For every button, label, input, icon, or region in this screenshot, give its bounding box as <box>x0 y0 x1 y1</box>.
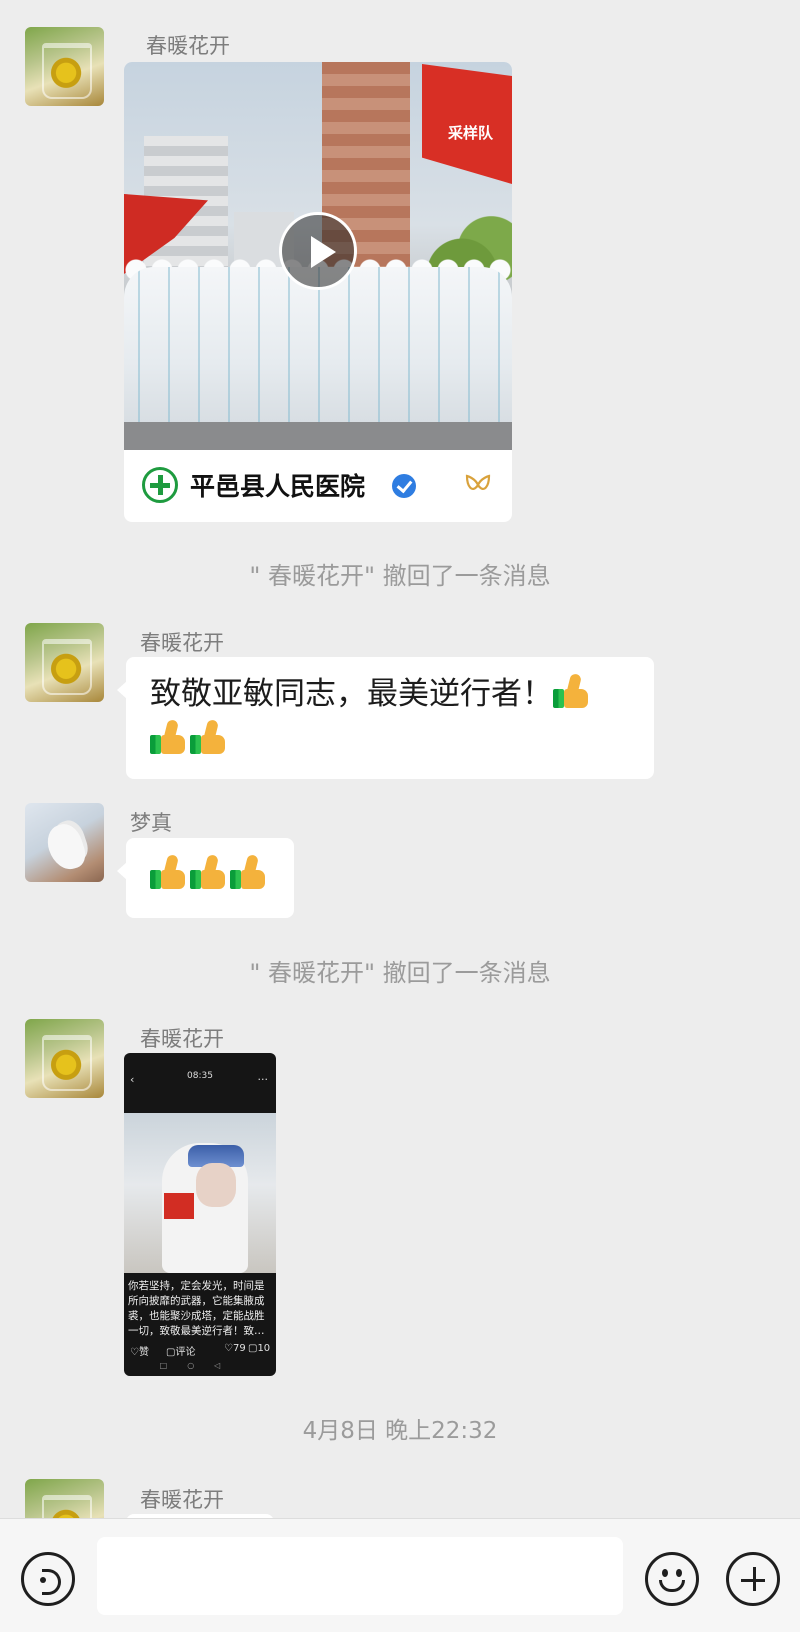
crowd-in-protective-suits <box>124 267 512 427</box>
screenshot-time: 08:35 <box>187 1071 213 1081</box>
phone-nav-bar: □○◁ <box>159 1361 241 1370</box>
comment-label: ▢评论 <box>166 1347 196 1358</box>
thumbs-up-icon <box>230 853 266 890</box>
image-message[interactable]: 08:35 ‹ ··· 你若坚持，定会发光，时间是所向披靡的武器，它能集腋成裘，… <box>124 1053 276 1376</box>
screenshot-action-bar: ♡赞 ▢评论 ♡79 ▢10 <box>130 1343 271 1358</box>
red-flag: 采样队 <box>422 64 512 184</box>
sender-avatar[interactable] <box>25 803 104 882</box>
flag-small <box>164 1193 194 1219</box>
message-text: 致敬亚敏同志，最美逆行者！ <box>150 676 553 712</box>
thumbs-up-icon <box>190 853 226 890</box>
text-message-bubble[interactable]: 致敬亚敏同志，最美逆行者！ <box>117 657 654 779</box>
phone-status-bar <box>124 1058 276 1068</box>
thumbs-up-icon <box>553 672 589 709</box>
ground <box>124 422 512 450</box>
channels-icon <box>464 472 492 498</box>
plus-icon[interactable] <box>726 1552 780 1606</box>
input-bar <box>0 1518 800 1632</box>
channel-info-bar[interactable]: 平邑县人民医院 <box>124 450 512 522</box>
sender-name: 春暖花开 <box>140 631 224 655</box>
emoji-icon[interactable] <box>645 1552 699 1606</box>
comment-count: ▢10 <box>248 1343 271 1354</box>
play-icon[interactable] <box>279 212 357 290</box>
voice-icon[interactable] <box>21 1552 75 1606</box>
sender-name: 梦真 <box>130 811 172 835</box>
more-icon: ··· <box>257 1073 269 1086</box>
recall-notice: " 春暖花开" 撤回了一条消息 <box>249 562 551 590</box>
verified-icon <box>392 474 416 498</box>
message-input[interactable] <box>97 1537 623 1615</box>
thumbs-up-icon <box>150 853 186 890</box>
channels-video-card[interactable]: 采样队 平邑县人民医院 <box>124 62 512 522</box>
like-label: ♡赞 <box>130 1347 149 1358</box>
emoji-message-bubble[interactable] <box>117 838 294 918</box>
recall-notice: " 春暖花开" 撤回了一条消息 <box>249 959 551 987</box>
message-timestamp: 4月8日 晚上22:32 <box>302 1418 498 1444</box>
video-thumbnail[interactable]: 采样队 <box>124 62 512 450</box>
screenshot-caption: 你若坚持，定会发光，时间是所向披靡的武器，它能集腋成裘，也能聚沙成塔，定能战胜一… <box>128 1280 265 1337</box>
flag-text: 采样队 <box>448 124 494 142</box>
thumbs-up-icon <box>150 718 186 755</box>
sender-name: 春暖花开 <box>146 34 230 58</box>
sender-name: 春暖花开 <box>140 1488 224 1512</box>
channel-name: 平邑县人民医院 <box>190 472 366 501</box>
sender-avatar[interactable] <box>25 27 104 106</box>
hospital-logo-icon <box>142 467 178 503</box>
sender-avatar[interactable] <box>25 1019 104 1098</box>
thumbs-up-icon <box>190 718 226 755</box>
chat-view: 春暖花开 采样队 平邑县人民医院 " 春暖花开" 撤回了一条消息 春暖花开 致敬… <box>0 0 800 1632</box>
sender-name: 春暖花开 <box>140 1027 224 1051</box>
like-count: ♡79 <box>224 1343 246 1354</box>
back-icon: ‹ <box>130 1073 135 1086</box>
sender-avatar[interactable] <box>25 623 104 702</box>
face <box>196 1163 236 1207</box>
